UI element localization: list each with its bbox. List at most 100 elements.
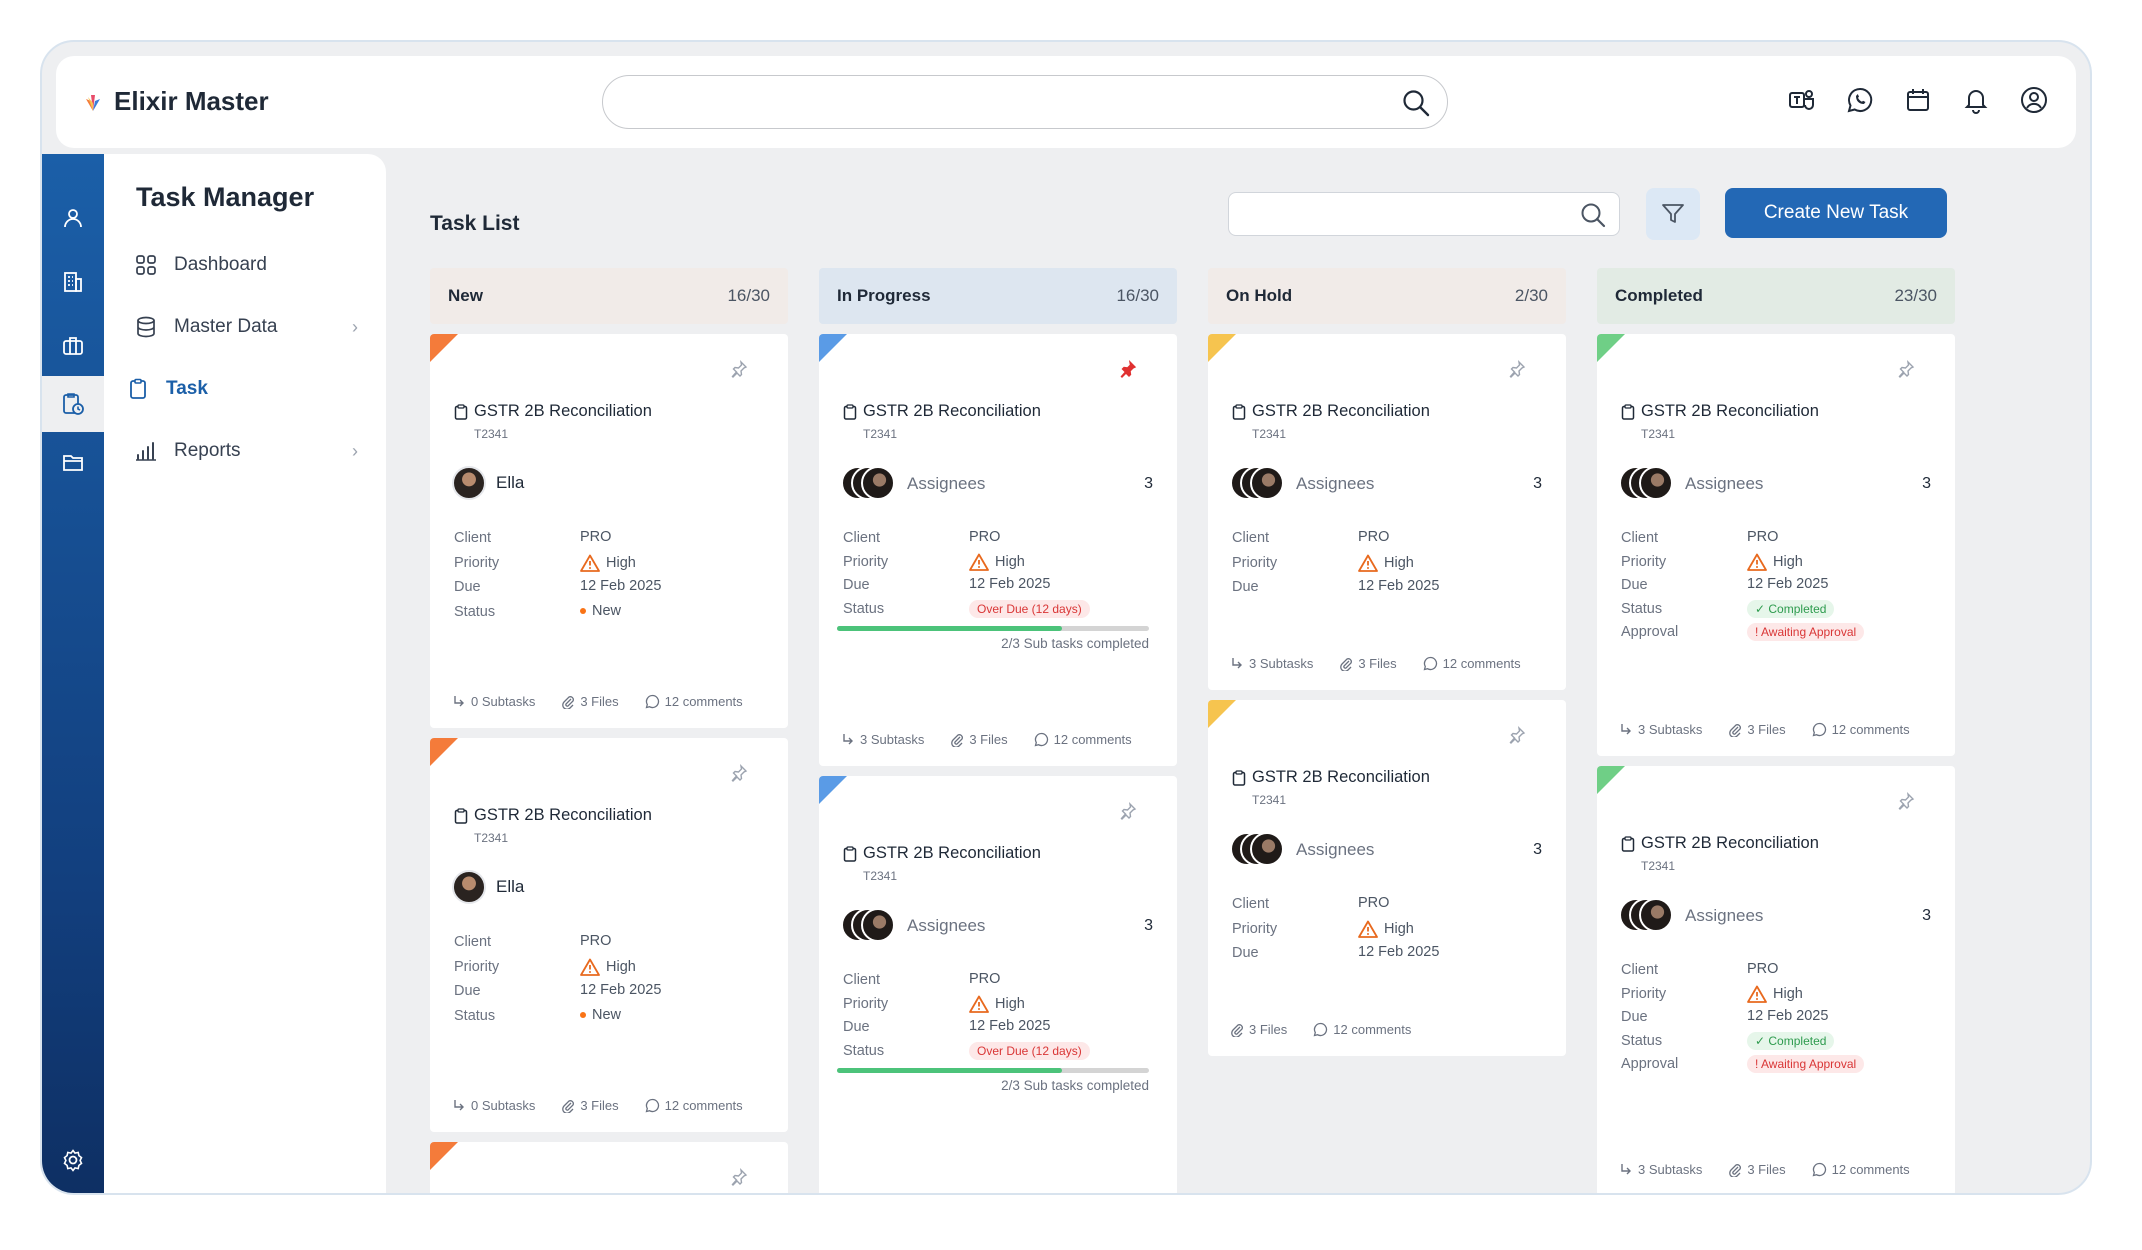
rail-folder-icon[interactable] — [42, 434, 104, 490]
subtasks-count[interactable]: 3 Subtasks — [841, 732, 924, 747]
bell-icon[interactable] — [1960, 84, 1992, 116]
search-icon[interactable] — [1579, 201, 1607, 229]
create-new-task-button[interactable]: Create New Task — [1725, 188, 1947, 238]
pin-icon[interactable] — [1508, 359, 1526, 378]
task-card[interactable]: GSTR 2B Reconciliation T2341 Ella Client PRO… — [430, 738, 788, 1132]
task-card[interactable] — [430, 1142, 788, 1193]
card-accent — [430, 738, 458, 766]
pin-button[interactable] — [1897, 359, 1915, 383]
assignee-row[interactable]: Assignees 3 — [841, 466, 1153, 502]
card-accent — [1597, 334, 1625, 362]
pin-button[interactable] — [1119, 359, 1137, 383]
pin-icon[interactable] — [1508, 725, 1526, 744]
pin-icon[interactable] — [730, 1167, 748, 1186]
task-card[interactable]: GSTR 2B Reconciliation T2341 Ella Client PRO… — [430, 334, 788, 728]
calendar-icon[interactable] — [1902, 84, 1934, 116]
due-text: 12 Feb 2025 — [969, 576, 1051, 592]
rail-task-icon[interactable] — [42, 376, 104, 432]
task-card[interactable]: GSTR 2B Reconciliation T2341 Assignees 3 Cli… — [1208, 334, 1566, 690]
assignee-row[interactable]: Assignees 3 — [1619, 466, 1931, 502]
pin-icon[interactable] — [730, 763, 748, 782]
filter-button[interactable] — [1646, 188, 1700, 240]
subtasks-count[interactable]: 0 Subtasks — [452, 1098, 535, 1113]
comments-count[interactable]: 12 comments — [1313, 1022, 1411, 1037]
sidebar-item-master-data[interactable]: Master Data › — [134, 310, 358, 344]
pin-button[interactable] — [730, 763, 748, 787]
chevron-right-icon: › — [352, 440, 358, 461]
pin-button[interactable] — [730, 359, 748, 383]
user-profile-icon[interactable] — [2018, 84, 2050, 116]
pin-icon[interactable] — [1897, 791, 1915, 810]
pin-icon[interactable] — [730, 359, 748, 378]
status-label: Status — [1621, 1032, 1663, 1049]
assignee-row[interactable]: Ella — [452, 870, 764, 904]
global-search-input[interactable] — [602, 75, 1448, 129]
task-card[interactable]: GSTR 2B Reconciliation T2341 Assignees 3 Cli… — [1208, 700, 1566, 1056]
comments-count[interactable]: 12 comments — [1812, 722, 1910, 737]
task-card[interactable]: GSTR 2B Reconciliation T2341 Assignees 3 Cli… — [819, 776, 1177, 1193]
client-value: PRO — [1358, 895, 1389, 911]
rail-user-icon[interactable] — [42, 190, 104, 246]
pin-button[interactable] — [730, 1167, 748, 1191]
settings-icon[interactable] — [42, 1132, 104, 1188]
task-meta: 0 Subtasks 3 Files 12 comments — [452, 694, 743, 709]
whatsapp-icon[interactable] — [1844, 84, 1876, 116]
files-count[interactable]: 3 Files — [1339, 656, 1397, 671]
subtask-icon — [1621, 1163, 1631, 1174]
files-count[interactable]: 3 Files — [950, 732, 1008, 747]
subtasks-count[interactable]: 0 Subtasks — [452, 694, 535, 709]
assignee-count: 3 — [1533, 841, 1542, 858]
sidebar-item-reports[interactable]: Reports › — [134, 434, 358, 468]
assignee-label: Assignees — [1296, 840, 1375, 859]
files-count[interactable]: 3 Files — [1230, 1022, 1287, 1037]
files-count[interactable]: 3 Files — [1728, 722, 1786, 737]
pin-button[interactable] — [1119, 801, 1137, 825]
comments-count[interactable]: 12 comments — [645, 1098, 743, 1113]
files-count[interactable]: 3 Files — [561, 694, 619, 709]
priority-label: Priority — [843, 995, 889, 1012]
assignee-row[interactable]: Assignees 3 — [1619, 898, 1931, 934]
app-logo[interactable]: Elixir Master — [82, 86, 269, 117]
column-title: On Hold — [1226, 286, 1293, 305]
teams-icon[interactable] — [1786, 84, 1818, 116]
subtasks-count[interactable]: 3 Subtasks — [1230, 656, 1313, 671]
assignee-row[interactable]: Assignees 3 — [1230, 832, 1542, 868]
pin-button[interactable] — [1897, 791, 1915, 815]
rail-building-icon[interactable] — [42, 254, 104, 310]
assignee-label: Assignees — [1685, 474, 1764, 493]
pin-icon[interactable] — [1119, 801, 1137, 820]
column-count: 16/30 — [1116, 286, 1159, 305]
task-search-input[interactable] — [1228, 192, 1620, 236]
pin-button[interactable] — [1508, 725, 1526, 749]
files-count[interactable]: 3 Files — [561, 1098, 619, 1113]
sidebar-item-task[interactable]: Task — [126, 372, 350, 406]
assignee-row[interactable]: Assignees 3 — [1230, 466, 1542, 502]
pin-button[interactable] — [1508, 359, 1526, 383]
search-icon[interactable] — [1401, 88, 1431, 118]
assignee-row[interactable]: Ella — [452, 466, 764, 500]
comments-count[interactable]: 12 comments — [645, 694, 743, 709]
status-label: Status — [843, 600, 885, 617]
column-new: New 16/30 GSTR 2B Reconciliation T2341 Ella C… — [430, 268, 788, 1193]
sidebar-item-dashboard[interactable]: Dashboard — [134, 248, 358, 282]
status-badge: Over Due (12 days) — [969, 1041, 1090, 1060]
task-card[interactable]: GSTR 2B Reconciliation T2341 Assignees 3 Cli… — [819, 334, 1177, 766]
subtasks-count[interactable]: 3 Subtasks — [1619, 1162, 1702, 1177]
status-value: ✓ Completed — [1747, 1031, 1835, 1050]
subtasks-count[interactable]: 3 Subtasks — [1619, 722, 1702, 737]
comments-count[interactable]: 12 comments — [1812, 1162, 1910, 1177]
status-value: ✓ Completed — [1747, 599, 1835, 618]
pin-icon[interactable] — [1897, 359, 1915, 378]
task-card[interactable]: GSTR 2B Reconciliation T2341 Assignees 3 Cli… — [1597, 766, 1955, 1193]
due-value: 12 Feb 2025 — [1358, 578, 1439, 594]
priority-label: Priority — [1232, 920, 1278, 937]
task-card[interactable]: GSTR 2B Reconciliation T2341 Assignees 3 Cli… — [1597, 334, 1955, 756]
comments-count[interactable]: 12 comments — [1034, 732, 1132, 747]
assignee-row[interactable]: Assignees 3 — [841, 908, 1153, 944]
pin-icon[interactable] — [1119, 359, 1137, 378]
rail-briefcase-icon[interactable] — [42, 318, 104, 374]
client-text: PRO — [1358, 529, 1390, 545]
task-title: GSTR 2B Reconciliation — [1641, 834, 1819, 852]
files-count[interactable]: 3 Files — [1728, 1162, 1786, 1177]
comments-count[interactable]: 12 comments — [1423, 656, 1521, 671]
